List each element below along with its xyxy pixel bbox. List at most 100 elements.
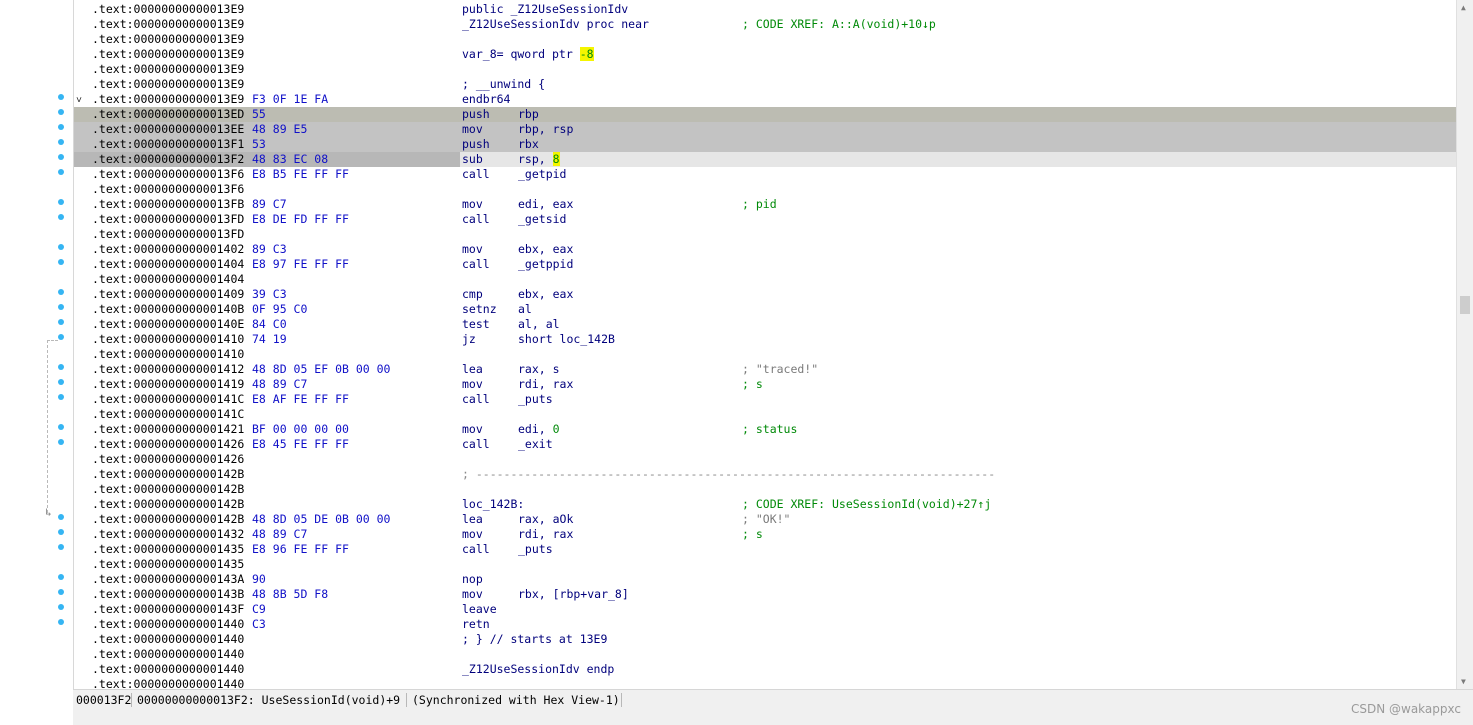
listing-row[interactable]: .text:00000000000013E9 bbox=[74, 32, 1457, 47]
row-operands[interactable]: rdi, rax bbox=[518, 527, 573, 542]
listing-row[interactable]: .text:0000000000001410 bbox=[74, 347, 1457, 362]
listing-row[interactable]: .text:000000000000142B ; ----------------… bbox=[74, 467, 1457, 482]
scroll-down-icon[interactable]: ▼ bbox=[1461, 677, 1466, 686]
row-operands[interactable]: _puts bbox=[518, 392, 553, 407]
listing-row[interactable]: .text:00000000000013E9 ; __unwind { bbox=[74, 77, 1457, 92]
scroll-up-icon[interactable]: ▲ bbox=[1461, 3, 1466, 12]
row-operands[interactable]: al bbox=[518, 302, 532, 317]
breakpoint-dot-icon[interactable] bbox=[58, 319, 64, 325]
listing-row[interactable]: .text:00000000000013E9 var_8= qword ptr -… bbox=[74, 47, 1457, 62]
listing-row[interactable]: .text:0000000000001421 BF 00 00 00 00 mov e… bbox=[74, 422, 1457, 437]
listing-row[interactable]: .text:0000000000001432 48 89 C7 mov rdi, ra… bbox=[74, 527, 1457, 542]
listing-row[interactable]: .text:000000000000140B 0F 95 C0 setnz al bbox=[74, 302, 1457, 317]
breakpoint-dot-icon[interactable] bbox=[58, 439, 64, 445]
row-operands[interactable]: _getsid bbox=[518, 212, 566, 227]
listing-row[interactable]: .text:0000000000001440 ; } // starts at 1… bbox=[74, 632, 1457, 647]
listing-row[interactable]: .text:000000000000143F C9 leave bbox=[74, 602, 1457, 617]
listing-row[interactable]: .text:00000000000013FD bbox=[74, 227, 1457, 242]
horizontal-scrollbar[interactable] bbox=[73, 709, 1473, 725]
breakpoint-dot-icon[interactable] bbox=[58, 424, 64, 430]
listing-row[interactable]: .text:0000000000001404 E8 97 FE FF FF call… bbox=[74, 257, 1457, 272]
row-operands[interactable]: rbp bbox=[518, 107, 539, 122]
listing-row[interactable]: .text:00000000000013F6 E8 B5 FE FF FF call… bbox=[74, 167, 1457, 182]
listing-row[interactable]: .text:0000000000001426 E8 45 FE FF FF call… bbox=[74, 437, 1457, 452]
breakpoint-dot-icon[interactable] bbox=[58, 289, 64, 295]
listing-row[interactable]: .text:000000000000143A 90 nop bbox=[74, 572, 1457, 587]
listing-row[interactable]: .text:00000000000013F1 53 push rbx bbox=[74, 137, 1457, 152]
breakpoint-dot-icon[interactable] bbox=[58, 139, 64, 145]
listing-row[interactable]: .text:0000000000001402 89 C3 mov ebx, eax bbox=[74, 242, 1457, 257]
scroll-thumb[interactable] bbox=[1460, 296, 1470, 314]
listing-row[interactable]: .text:00000000000013E9 _Z12UseSessionIdv … bbox=[74, 17, 1457, 32]
breakpoint-dot-icon[interactable] bbox=[58, 544, 64, 550]
breakpoint-dot-icon[interactable] bbox=[58, 574, 64, 580]
breakpoint-dot-icon[interactable] bbox=[58, 244, 64, 250]
listing-row[interactable]: .text:0000000000001410 74 19 jz short loc_1… bbox=[74, 332, 1457, 347]
row-operands[interactable]: _getpid bbox=[518, 167, 566, 182]
listing-row[interactable]: .text:00000000000013FD E8 DE FD FF FF call… bbox=[74, 212, 1457, 227]
listing-row[interactable]: .text:000000000000142B bbox=[74, 482, 1457, 497]
listing-row[interactable]: .text:0000000000001435 bbox=[74, 557, 1457, 572]
disassembly-listing[interactable]: .text:00000000000013E9 public _Z12UseSess… bbox=[73, 0, 1457, 689]
breakpoint-dot-icon[interactable] bbox=[58, 304, 64, 310]
row-operands[interactable]: rax, aOk bbox=[518, 512, 573, 527]
row-operands[interactable]: rax, s bbox=[518, 362, 560, 377]
breakpoint-dot-icon[interactable] bbox=[58, 199, 64, 205]
row-operands[interactable]: rsp, 8 bbox=[518, 152, 560, 167]
listing-row[interactable]: .text:00000000000013E9 F3 0F 1E FA endbr64 bbox=[74, 92, 1457, 107]
row-operands[interactable]: ebx, eax bbox=[518, 242, 573, 257]
listing-row[interactable]: .text:0000000000001440 C3 retn bbox=[74, 617, 1457, 632]
row-operands[interactable]: rdi, rax bbox=[518, 377, 573, 392]
breakpoint-dot-icon[interactable] bbox=[58, 169, 64, 175]
breakpoint-dot-icon[interactable] bbox=[58, 154, 64, 160]
row-operands[interactable]: rbx bbox=[518, 137, 539, 152]
listing-row[interactable]: .text:0000000000001440 bbox=[74, 677, 1457, 689]
row-operands[interactable]: edi, 0 bbox=[518, 422, 560, 437]
row-operands[interactable]: edi, eax bbox=[518, 197, 573, 212]
row-operands[interactable]: rbp, rsp bbox=[518, 122, 573, 137]
listing-row[interactable]: .text:000000000000142B loc_142B: ; CODE XR… bbox=[74, 497, 1457, 512]
listing-row[interactable]: .text:0000000000001404 bbox=[74, 272, 1457, 287]
listing-row[interactable]: .text:0000000000001440 bbox=[74, 647, 1457, 662]
row-operands[interactable]: _exit bbox=[518, 437, 553, 452]
listing-row[interactable]: .text:00000000000013E9 public _Z12UseSess… bbox=[74, 2, 1457, 17]
listing-row[interactable]: .text:000000000000142B 48 8D 05 DE 0B 00 … bbox=[74, 512, 1457, 527]
row-operands[interactable]: short loc_142B bbox=[518, 332, 615, 347]
breakpoint-dot-icon[interactable] bbox=[58, 334, 64, 340]
breakpoint-dot-icon[interactable] bbox=[58, 379, 64, 385]
listing-row[interactable]: .text:0000000000001440 _Z12UseSessionIdv … bbox=[74, 662, 1457, 677]
row-operands[interactable]: ebx, eax bbox=[518, 287, 573, 302]
breakpoint-dot-icon[interactable] bbox=[58, 529, 64, 535]
breakpoint-dot-icon[interactable] bbox=[58, 619, 64, 625]
breakpoint-dot-icon[interactable] bbox=[58, 259, 64, 265]
breakpoint-dot-icon[interactable] bbox=[58, 394, 64, 400]
listing-row[interactable]: .text:000000000000141C bbox=[74, 407, 1457, 422]
listing-row[interactable]: .text:00000000000013FB 89 C7 mov edi, eax ; … bbox=[74, 197, 1457, 212]
listing-row[interactable]: .text:00000000000013F6 bbox=[74, 182, 1457, 197]
breakpoint-dot-icon[interactable] bbox=[58, 124, 64, 130]
listing-row[interactable]: .text:000000000000140E 84 C0 test al, al bbox=[74, 317, 1457, 332]
breakpoint-dot-icon[interactable] bbox=[58, 109, 64, 115]
row-operands[interactable]: al, al bbox=[518, 317, 560, 332]
breakpoint-dot-icon[interactable] bbox=[58, 589, 64, 595]
row-operands[interactable]: _puts bbox=[518, 542, 553, 557]
breakpoint-dot-icon[interactable] bbox=[58, 214, 64, 220]
left-gutter[interactable] bbox=[0, 0, 73, 725]
listing-row[interactable]: .text:000000000000141C E8 AF FE FF FF call… bbox=[74, 392, 1457, 407]
breakpoint-dot-icon[interactable] bbox=[58, 94, 64, 100]
listing-row[interactable]: .text:0000000000001426 bbox=[74, 452, 1457, 467]
listing-row[interactable]: .text:00000000000013EE 48 89 E5 mov rbp, rs… bbox=[74, 122, 1457, 137]
listing-row[interactable]: .text:00000000000013F2 48 83 EC 08 sub rsp,… bbox=[74, 152, 1457, 167]
listing-row[interactable]: .text:0000000000001409 39 C3 cmp ebx, eax bbox=[74, 287, 1457, 302]
vertical-scrollbar[interactable]: ▲ ▼ bbox=[1456, 0, 1473, 689]
listing-row[interactable]: .text:0000000000001419 48 89 C7 mov rdi, ra… bbox=[74, 377, 1457, 392]
row-operands[interactable]: rbx, [rbp+var_8] bbox=[518, 587, 629, 602]
breakpoint-dot-icon[interactable] bbox=[58, 514, 64, 520]
breakpoint-dot-icon[interactable] bbox=[58, 604, 64, 610]
listing-row[interactable]: .text:0000000000001412 48 8D 05 EF 0B 00 … bbox=[74, 362, 1457, 377]
listing-row[interactable]: .text:0000000000001435 E8 96 FE FF FF call… bbox=[74, 542, 1457, 557]
breakpoint-dot-icon[interactable] bbox=[58, 364, 64, 370]
listing-row[interactable]: .text:00000000000013ED 55 push rbp bbox=[74, 107, 1457, 122]
listing-row[interactable]: .text:00000000000013E9 bbox=[74, 62, 1457, 77]
listing-row[interactable]: .text:000000000000143B 48 8B 5D F8 mov rbx,… bbox=[74, 587, 1457, 602]
